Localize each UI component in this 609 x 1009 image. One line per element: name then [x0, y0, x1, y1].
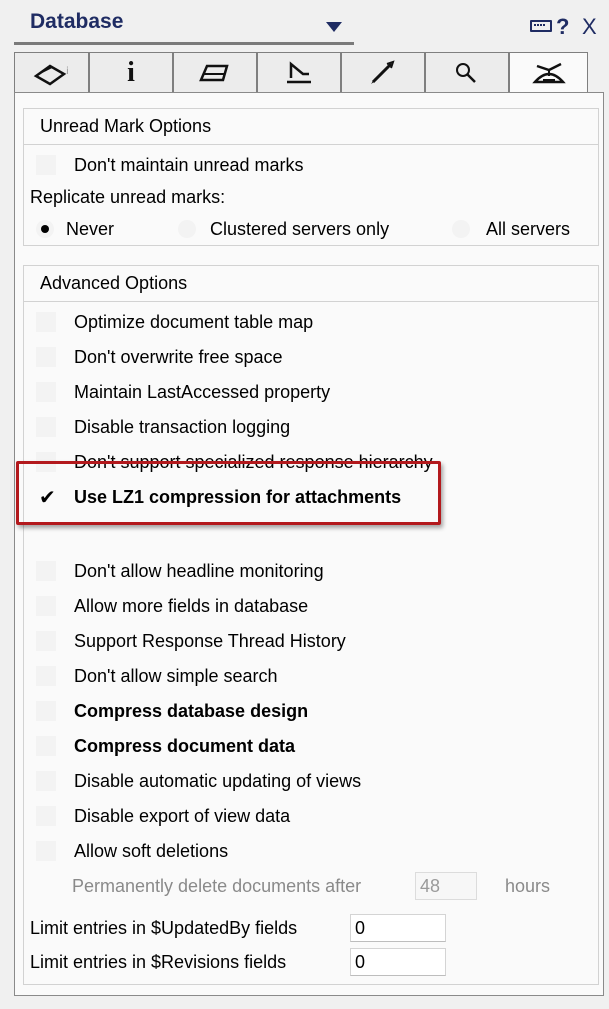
checkbox[interactable] — [36, 806, 56, 826]
checkbox-label: Maintain LastAccessed property — [74, 382, 331, 402]
group-title: Advanced Options — [24, 266, 598, 302]
properties-type-dropdown[interactable]: Database — [14, 8, 354, 45]
checkbox[interactable] — [36, 155, 56, 175]
checkbox-label: Don't allow headline monitoring — [74, 561, 324, 581]
checkbox[interactable] — [36, 417, 56, 437]
magnifier-icon — [456, 62, 476, 83]
revisions-limit-input[interactable]: 0 — [350, 948, 446, 976]
radio-button[interactable] — [452, 220, 470, 238]
tab-advanced[interactable] — [509, 52, 588, 92]
advanced-tab-panel: Unread Mark Options Don't maintain unrea… — [14, 92, 604, 996]
soft-delete-days-input[interactable]: 48 — [415, 872, 477, 900]
checkbox[interactable] — [36, 666, 56, 686]
tab-bar: i i — [14, 52, 604, 92]
checkbox-label: Disable automatic updating of views — [74, 771, 362, 791]
checkbox[interactable] — [36, 771, 56, 791]
revisions-label: Limit entries in $Revisions fields — [30, 952, 287, 972]
checkbox[interactable] — [36, 841, 56, 861]
database-tab-icon: i — [33, 64, 69, 85]
checkbox[interactable] — [36, 631, 56, 651]
checkbox[interactable] — [36, 347, 56, 367]
checkbox[interactable] — [36, 701, 56, 721]
advanced-options-group: Advanced Options Optimize document table… — [23, 265, 599, 985]
radio-button[interactable] — [36, 220, 54, 238]
checkbox-label: Disable export of view data — [74, 806, 291, 826]
checkbox[interactable] — [36, 561, 56, 581]
checkbox-label: Don't maintain unread marks — [74, 155, 304, 175]
radio-button[interactable] — [178, 220, 196, 238]
replicate-unread-label: Replicate unread marks: — [30, 187, 226, 207]
updatedby-label: Limit entries in $UpdatedBy fields — [30, 918, 298, 938]
highlight-annotation — [16, 461, 441, 525]
checkbox-label: Allow soft deletions — [74, 841, 229, 861]
tab-design[interactable] — [257, 52, 341, 92]
checkbox-label: Don't allow simple search — [74, 666, 278, 686]
soft-delete-unit: hours — [505, 876, 551, 896]
soft-delete-prefix: Permanently delete documents after — [72, 876, 362, 896]
tab-basics[interactable]: i — [14, 52, 89, 92]
database-properties-dialog: Database ? X i i Unread Mark Options Don… — [0, 0, 609, 1009]
checkbox[interactable] — [36, 596, 56, 616]
dropdown-value: Database — [30, 10, 124, 33]
radio-label: All servers — [486, 219, 571, 239]
updatedby-limit-input[interactable]: 0 — [350, 914, 446, 942]
design-icon — [287, 60, 311, 83]
close-icon[interactable]: X — [582, 16, 597, 38]
tab-fulltext[interactable] — [425, 52, 509, 92]
pin-icon[interactable] — [530, 20, 552, 32]
unread-mark-options-group: Unread Mark Options Don't maintain unrea… — [23, 108, 599, 246]
checkbox[interactable] — [36, 736, 56, 756]
chevron-down-icon — [326, 22, 342, 32]
checkbox-label: Compress document data — [74, 736, 296, 756]
tab-launch[interactable] — [341, 52, 425, 92]
title-bar: Database ? X — [0, 0, 609, 46]
info-icon: i — [127, 56, 135, 88]
tab-printing[interactable] — [173, 52, 257, 92]
propeller-hat-icon — [531, 62, 566, 83]
checkbox-label: Don't overwrite free space — [74, 347, 283, 367]
svg-text:i: i — [66, 66, 69, 77]
radio-label: Clustered servers only — [210, 219, 390, 239]
checkbox-label: Compress database design — [74, 701, 309, 721]
checkbox-label: Support Response Thread History — [74, 631, 346, 651]
rocket-icon — [371, 59, 395, 84]
checkbox[interactable] — [36, 312, 56, 332]
checkbox-label: Optimize document table map — [74, 312, 314, 332]
group-title: Unread Mark Options — [24, 109, 598, 145]
radio-label: Never — [66, 219, 115, 239]
checkbox-label: Allow more fields in database — [74, 596, 309, 616]
help-icon[interactable]: ? — [556, 16, 569, 38]
printer-icon — [199, 64, 229, 81]
checkbox[interactable] — [36, 382, 56, 402]
checkbox-label: Disable transaction logging — [74, 417, 291, 437]
tab-info[interactable]: i — [89, 52, 173, 92]
